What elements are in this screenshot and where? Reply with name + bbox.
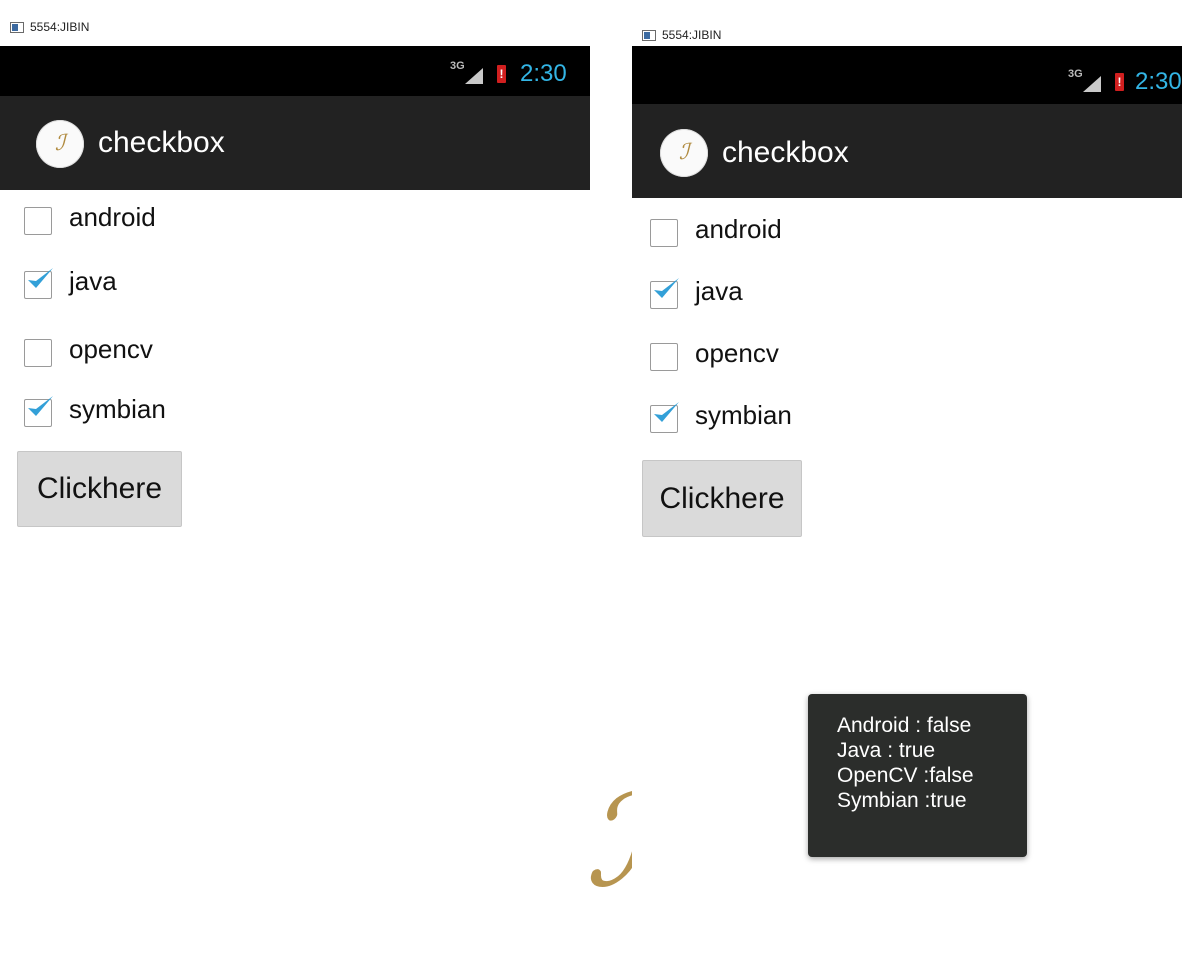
- checkbox-box[interactable]: [650, 219, 678, 247]
- check-mark-icon: [28, 268, 53, 288]
- checkbox-label: opencv: [69, 334, 153, 364]
- checkbox-label: opencv: [695, 338, 779, 368]
- window-title: 5554:JIBIN: [662, 28, 722, 42]
- emulator-screen-before: 5554:JIBIN 3G ! 2:30 ℐ checkbox android …: [0, 0, 590, 954]
- battery-alert-icon: !: [497, 65, 506, 83]
- status-bar: 3G ! 2:30: [0, 46, 590, 96]
- status-clock: 2:30: [1135, 68, 1182, 95]
- app-title: checkbox: [98, 126, 225, 159]
- signal-strength-icon: [465, 68, 483, 84]
- network-3g-label: 3G: [450, 60, 465, 72]
- checkbox-label: symbian: [69, 394, 166, 424]
- toast-line-symbian: Symbian :true: [837, 789, 967, 812]
- toast-line-android: Android : false: [837, 714, 972, 737]
- result-toast: Android : false Java : true OpenCV :fals…: [808, 694, 1027, 857]
- battery-alert-icon: !: [1115, 73, 1124, 91]
- app-logo-icon: ℐ: [36, 120, 84, 168]
- status-bar: 3G ! 2:30: [632, 46, 1182, 104]
- emulator-window-titlebar: 5554:JIBIN: [0, 0, 590, 47]
- clickhere-button[interactable]: Clickhere: [17, 451, 182, 527]
- clickhere-button[interactable]: Clickhere: [642, 460, 802, 537]
- checkbox-label: java: [69, 266, 117, 296]
- checkbox-label: android: [695, 214, 782, 244]
- checkbox-label: symbian: [695, 400, 792, 430]
- checkbox-label: android: [69, 202, 156, 232]
- status-clock: 2:30: [520, 60, 567, 87]
- app-logo-icon: ℐ: [660, 129, 708, 177]
- action-bar: ℐ checkbox: [632, 104, 1182, 198]
- app-title: checkbox: [722, 136, 849, 169]
- signal-strength-icon: [1083, 76, 1101, 92]
- toast-line-java: Java : true: [837, 739, 936, 762]
- action-bar: ℐ checkbox: [0, 96, 590, 190]
- network-3g-label: 3G: [1068, 68, 1083, 80]
- checkbox-box[interactable]: [650, 343, 678, 371]
- toast-line-opencv: OpenCV :false: [837, 764, 974, 787]
- checkbox-box[interactable]: [24, 207, 52, 235]
- check-mark-icon: [654, 402, 679, 422]
- check-mark-icon: [28, 396, 53, 416]
- checkbox-label: java: [695, 276, 743, 306]
- window-icon: [642, 30, 656, 41]
- window-icon: [10, 22, 24, 33]
- window-title: 5554:JIBIN: [30, 20, 90, 34]
- check-mark-icon: [654, 278, 679, 298]
- checkbox-box[interactable]: [24, 339, 52, 367]
